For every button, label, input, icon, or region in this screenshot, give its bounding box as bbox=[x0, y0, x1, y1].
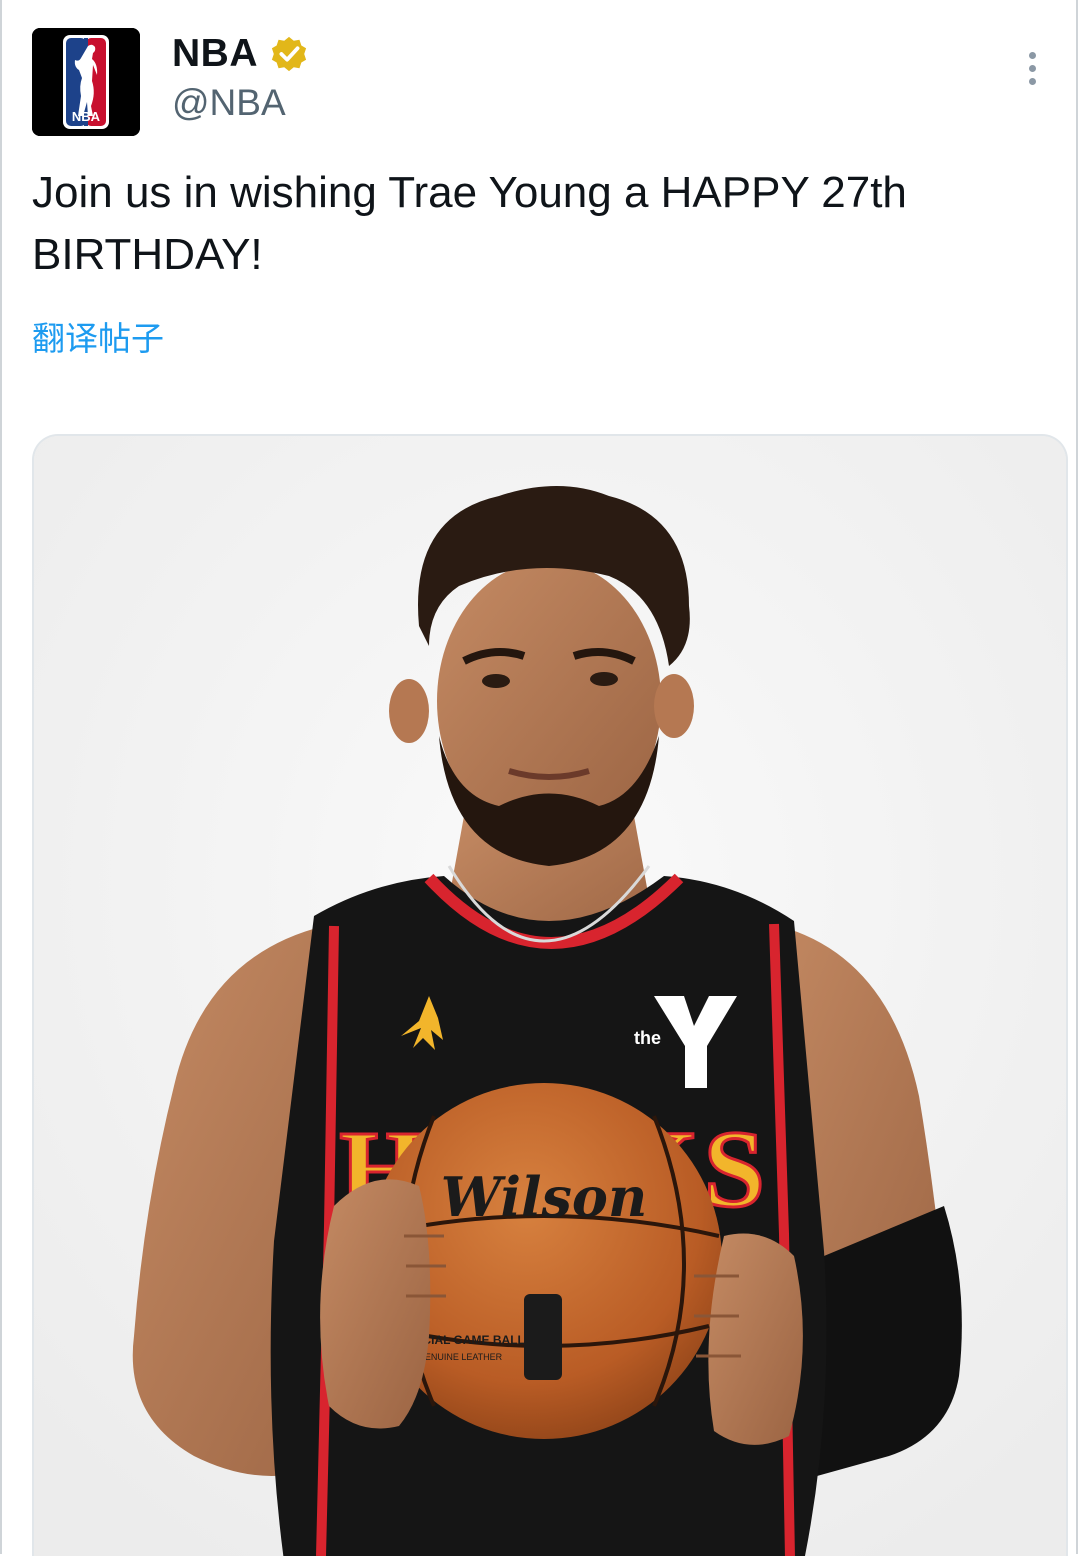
verified-badge-icon bbox=[271, 36, 307, 72]
ball-brand: Wilson bbox=[441, 1165, 647, 1229]
display-name[interactable]: NBA bbox=[172, 32, 258, 76]
player-photo: the HAWKS Wilson OFFICIAL GAME BALL GENU… bbox=[34, 436, 1066, 1556]
avatar[interactable]: NBA bbox=[32, 28, 140, 136]
author-block: NBA @NBA bbox=[172, 28, 308, 136]
more-options-icon[interactable] bbox=[1024, 52, 1040, 92]
nba-logo-icon: NBA bbox=[32, 28, 140, 136]
avatar-logo-text: NBA bbox=[72, 109, 101, 124]
translate-post-link[interactable]: 翻译帖子 bbox=[32, 312, 164, 360]
tweet-photo[interactable]: the HAWKS Wilson OFFICIAL GAME BALL GENU… bbox=[32, 434, 1068, 1556]
tweet-header: NBA NBA @NBA bbox=[32, 28, 1052, 138]
ball-text-2: GENUINE LEATHER bbox=[418, 1352, 503, 1362]
handle[interactable]: @NBA bbox=[172, 82, 308, 124]
sponsor-text: the bbox=[634, 1028, 661, 1048]
tweet-text: Join us in wishing Trae Young a HAPPY 27… bbox=[32, 168, 907, 279]
